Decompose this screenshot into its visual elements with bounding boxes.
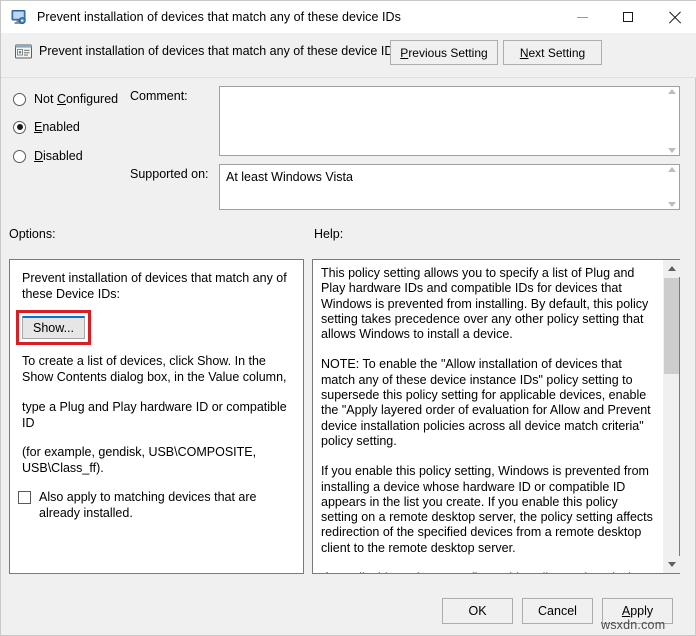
comment-value — [220, 87, 663, 155]
help-scrollbar[interactable] — [662, 260, 680, 573]
help-scroll-down-button[interactable] — [663, 556, 680, 573]
chevron-down-icon — [667, 148, 676, 153]
help-paragraph: If you disable or do not configure this … — [321, 571, 655, 573]
ok-button[interactable]: OK — [442, 598, 513, 624]
help-scrollbar-thumb[interactable] — [664, 278, 679, 374]
group-policy-setting-dialog: Prevent installation of devices that mat… — [0, 0, 696, 636]
also-apply-checkbox-label: Also apply to matching devices that are … — [39, 490, 257, 520]
cancel-button[interactable]: Cancel — [522, 598, 593, 624]
supported-on-textarea[interactable]: At least Windows Vista — [219, 164, 680, 210]
minimize-button[interactable] — [559, 1, 605, 33]
radio-enabled-label: Enabled — [34, 120, 80, 134]
also-apply-checkbox[interactable] — [18, 491, 31, 504]
options-heading: Prevent installation of devices that mat… — [22, 271, 287, 301]
supported-on-value: At least Windows Vista — [226, 170, 353, 184]
radio-disabled[interactable]: Disabled — [13, 147, 83, 165]
policy-computer-icon — [10, 8, 28, 26]
radio-not-configured[interactable]: Not Configured — [13, 90, 118, 108]
options-section-label: Options: — [9, 227, 56, 241]
also-apply-checkbox-row[interactable]: Also apply to matching devices that are … — [18, 489, 293, 521]
comment-scrollbar[interactable] — [663, 87, 679, 155]
radio-enabled[interactable]: Enabled — [13, 118, 80, 136]
previous-setting-button[interactable]: Previous Setting — [390, 40, 498, 65]
title-bar: Prevent installation of devices that mat… — [1, 1, 696, 33]
radio-not-configured-label: Not Configured — [34, 92, 119, 106]
chevron-down-icon — [667, 562, 676, 567]
radio-disabled-mark — [13, 149, 26, 163]
show-button-wrapper: Show... — [16, 310, 91, 345]
chevron-up-icon — [667, 266, 676, 271]
help-paragraph: This policy setting allows you to specif… — [321, 266, 649, 342]
next-setting-button[interactable]: Next Setting — [503, 40, 602, 65]
show-button[interactable]: Show... — [22, 316, 85, 339]
help-paragraph: If you enable this policy setting, Windo… — [321, 464, 653, 555]
minimize-icon — [576, 16, 588, 18]
comment-textarea[interactable] — [219, 86, 680, 156]
options-paragraph-3: (for example, gendisk, USB\COMPOSITE, US… — [22, 445, 257, 475]
help-paragraph: NOTE: To enable the "Allow installation … — [321, 357, 651, 448]
window-title: Prevent installation of devices that mat… — [37, 10, 401, 24]
watermark: wsxdn.com — [601, 618, 666, 632]
options-content: Prevent installation of devices that mat… — [10, 260, 303, 573]
maximize-button[interactable] — [605, 1, 651, 33]
chevron-up-icon — [667, 167, 676, 172]
options-paragraph-1: To create a list of devices, click Show.… — [22, 354, 287, 384]
caption-button-group — [559, 1, 696, 33]
supported-on-scrollbar[interactable] — [663, 165, 679, 209]
radio-enabled-mark — [13, 120, 26, 134]
supported-on-label: Supported on: — [130, 167, 209, 181]
maximize-icon — [623, 12, 633, 22]
comment-label: Comment: — [130, 89, 188, 103]
chevron-up-icon — [667, 89, 676, 94]
help-scroll-up-button[interactable] — [663, 260, 680, 277]
help-section-label: Help: — [314, 227, 344, 241]
help-content: This policy setting allows you to specif… — [313, 260, 662, 573]
close-button[interactable] — [651, 1, 696, 33]
chevron-down-icon — [667, 202, 676, 207]
policy-setting-icon — [14, 42, 33, 61]
setting-header: Prevent installation of devices that mat… — [1, 33, 696, 78]
close-icon — [668, 11, 681, 24]
radio-not-configured-mark — [13, 92, 26, 106]
setting-title: Prevent installation of devices that mat… — [39, 44, 400, 58]
help-panel: This policy setting allows you to specif… — [312, 259, 680, 574]
radio-disabled-label: Disabled — [34, 149, 83, 163]
options-paragraph-2: type a Plug and Play hardware ID or comp… — [22, 400, 287, 430]
options-panel: Prevent installation of devices that mat… — [9, 259, 304, 574]
